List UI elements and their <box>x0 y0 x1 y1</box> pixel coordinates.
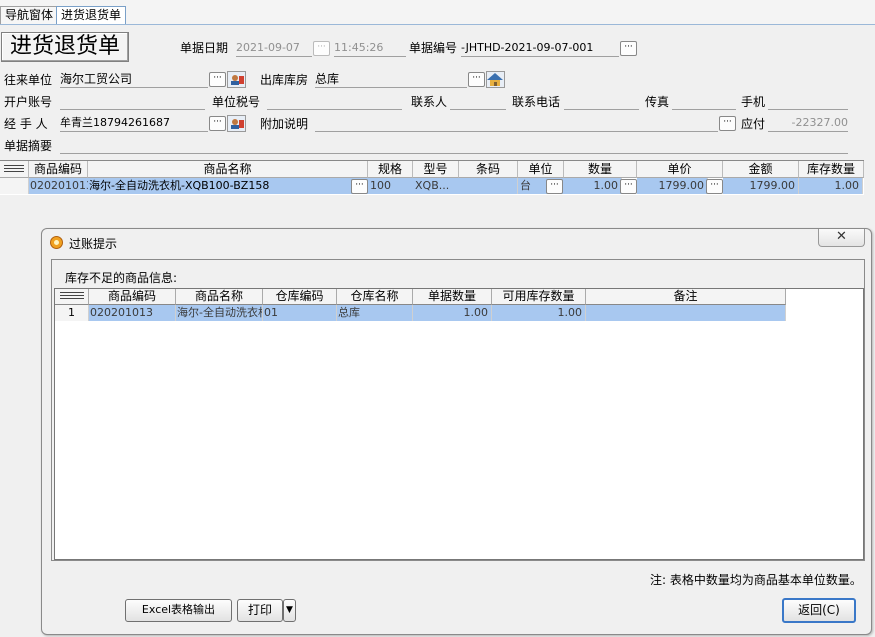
return-button[interactable]: 返回(C) <box>782 598 856 623</box>
form-title: 进货退货单 <box>1 32 129 62</box>
grid-price-button[interactable]: ··· <box>706 179 723 194</box>
grid-row-indicator[interactable] <box>0 178 29 194</box>
tax-field[interactable] <box>267 93 402 110</box>
summary-label: 单据摘要 <box>4 139 53 153</box>
warehouse-house-icon[interactable] <box>486 71 505 88</box>
shortage-header-remark[interactable]: 备注 <box>586 289 786 305</box>
bill-no-field[interactable]: -JHTHD-2021-09-07-001 <box>461 40 619 57</box>
tab-bar <box>0 0 875 25</box>
bill-no-label: 单据编号 <box>409 41 458 55</box>
tab-navigation[interactable]: 导航窗体 <box>0 6 59 24</box>
grid-header-code[interactable]: 商品编码 <box>29 161 88 178</box>
bank-label: 开户账号 <box>4 95 53 109</box>
phone-field[interactable] <box>564 93 639 110</box>
bill-no-button[interactable]: ··· <box>620 41 637 56</box>
grid-header-price[interactable]: 单价 <box>637 161 723 178</box>
grid-corner <box>0 161 29 178</box>
shortage-header-avail[interactable]: 可用库存数量 <box>492 289 586 305</box>
date-picker-button[interactable]: ··· <box>313 41 330 56</box>
grid-cell-name[interactable]: 海尔-全自动洗衣机-XQB100-BZ158 <box>88 178 369 194</box>
chevron-down-icon: ▼ <box>286 605 293 615</box>
grid-header-qty[interactable]: 数量 <box>564 161 637 178</box>
grid-unit-select-button[interactable]: ··· <box>546 179 563 194</box>
partner-card-icon[interactable] <box>227 71 246 88</box>
grid-cell-price[interactable]: 1799.00 <box>637 178 708 194</box>
grid-header-amount[interactable]: 金额 <box>723 161 799 178</box>
item-grid: 商品编码 商品名称 规格 型号 条码 单位 数量 单价 金额 库存数量 0202… <box>0 160 864 195</box>
posting-dialog: 过账提示 ✕ 库存不足的商品信息: 商品编码 商品名称 仓库编码 仓库名称 单据… <box>41 228 872 635</box>
grid-cell-stock[interactable]: 1.00 <box>799 178 863 194</box>
fax-field[interactable] <box>672 93 736 110</box>
dialog-title: 过账提示 <box>69 237 118 251</box>
grid-cell-code[interactable]: 020201013 <box>29 178 89 194</box>
summary-field[interactable] <box>60 137 848 154</box>
phone-label: 联系电话 <box>512 95 561 109</box>
grid-header-spec[interactable]: 规格 <box>368 161 413 178</box>
shortage-header-wh-code[interactable]: 仓库编码 <box>263 289 337 305</box>
tab-purchase-return[interactable]: 进货退货单 <box>56 6 127 24</box>
shortage-cell-name[interactable]: 海尔-全自动洗衣机-XQB100-BZ158 <box>176 305 263 321</box>
fax-label: 传真 <box>645 95 670 109</box>
grid-header-name[interactable]: 商品名称 <box>88 161 368 178</box>
warehouse-label: 出库库房 <box>260 73 309 87</box>
date-label: 单据日期 <box>180 41 229 55</box>
contact-field[interactable] <box>450 93 506 110</box>
shortage-cell-wh-name[interactable]: 总库 <box>337 305 413 321</box>
payable-label: 应付 <box>741 117 766 131</box>
shortage-row-index[interactable]: 1 <box>55 305 89 321</box>
partner-label: 往来单位 <box>4 73 53 87</box>
dialog-app-icon <box>50 236 63 249</box>
time-field[interactable]: 11:45:26 <box>334 40 406 57</box>
shortage-grid: 商品编码 商品名称 仓库编码 仓库名称 单据数量 可用库存数量 备注 1 020… <box>54 288 864 560</box>
print-button[interactable]: 打印 <box>237 599 283 622</box>
date-field[interactable]: 2021-09-07 <box>236 40 312 57</box>
shortage-cell-qty[interactable]: 1.00 <box>413 305 492 321</box>
payable-field: -22327.00 <box>768 115 848 132</box>
shortage-cell-wh-code[interactable]: 01 <box>263 305 337 321</box>
bank-field[interactable] <box>60 93 205 110</box>
print-dropdown-button[interactable]: ▼ <box>283 599 296 622</box>
grid-name-select-button[interactable]: ··· <box>351 179 368 194</box>
shortage-header-code[interactable]: 商品编码 <box>89 289 176 305</box>
excel-export-button[interactable]: Excel表格输出 <box>125 599 232 622</box>
partner-field[interactable]: 海尔工贸公司 <box>60 71 208 88</box>
mobile-label: 手机 <box>741 95 766 109</box>
handler-card-icon[interactable] <box>227 115 246 132</box>
grid-header-stock[interactable]: 库存数量 <box>799 161 864 178</box>
shortage-cell-code[interactable]: 020201013 <box>89 305 176 321</box>
shortage-header-wh-name[interactable]: 仓库名称 <box>337 289 413 305</box>
note-label: 附加说明 <box>260 117 309 131</box>
warehouse-field[interactable]: 总库 <box>315 71 467 88</box>
grid-cell-model[interactable]: XQB... <box>413 178 461 194</box>
grid-cell-barcode[interactable] <box>459 178 518 194</box>
handler-label: 经 手 人 <box>4 117 48 131</box>
shortage-header-qty[interactable]: 单据数量 <box>413 289 492 305</box>
shortage-grid-corner <box>55 289 89 305</box>
mobile-field[interactable] <box>768 93 848 110</box>
grid-cell-amount[interactable]: 1799.00 <box>723 178 799 194</box>
shortage-header-name[interactable]: 商品名称 <box>176 289 263 305</box>
partner-select-button[interactable]: ··· <box>209 72 226 87</box>
grid-header-barcode[interactable]: 条码 <box>459 161 518 178</box>
contact-label: 联系人 <box>411 95 448 109</box>
warehouse-select-button[interactable]: ··· <box>468 72 485 87</box>
dialog-info-label: 库存不足的商品信息: <box>65 271 178 285</box>
grid-cell-qty[interactable]: 1.00 <box>564 178 622 194</box>
note-field[interactable] <box>315 115 718 132</box>
handler-select-button[interactable]: ··· <box>209 116 226 131</box>
shortage-cell-avail[interactable]: 1.00 <box>492 305 586 321</box>
dialog-note: 注: 表格中数量均为商品基本单位数量。 <box>650 573 862 587</box>
grid-cell-spec[interactable]: 100 <box>368 178 415 194</box>
dialog-panel: 库存不足的商品信息: 商品编码 商品名称 仓库编码 仓库名称 单据数量 可用库存… <box>51 259 865 561</box>
grid-qty-button[interactable]: ··· <box>620 179 637 194</box>
tax-label: 单位税号 <box>212 95 261 109</box>
grid-header-model[interactable]: 型号 <box>413 161 459 178</box>
shortage-cell-remark[interactable] <box>586 305 786 321</box>
dialog-titlebar[interactable]: 过账提示 <box>42 229 871 255</box>
note-button[interactable]: ··· <box>719 116 736 131</box>
handler-field[interactable]: 牟青兰18794261687 <box>60 115 208 132</box>
dialog-close-button[interactable]: ✕ <box>818 229 865 247</box>
grid-header-unit[interactable]: 单位 <box>518 161 564 178</box>
